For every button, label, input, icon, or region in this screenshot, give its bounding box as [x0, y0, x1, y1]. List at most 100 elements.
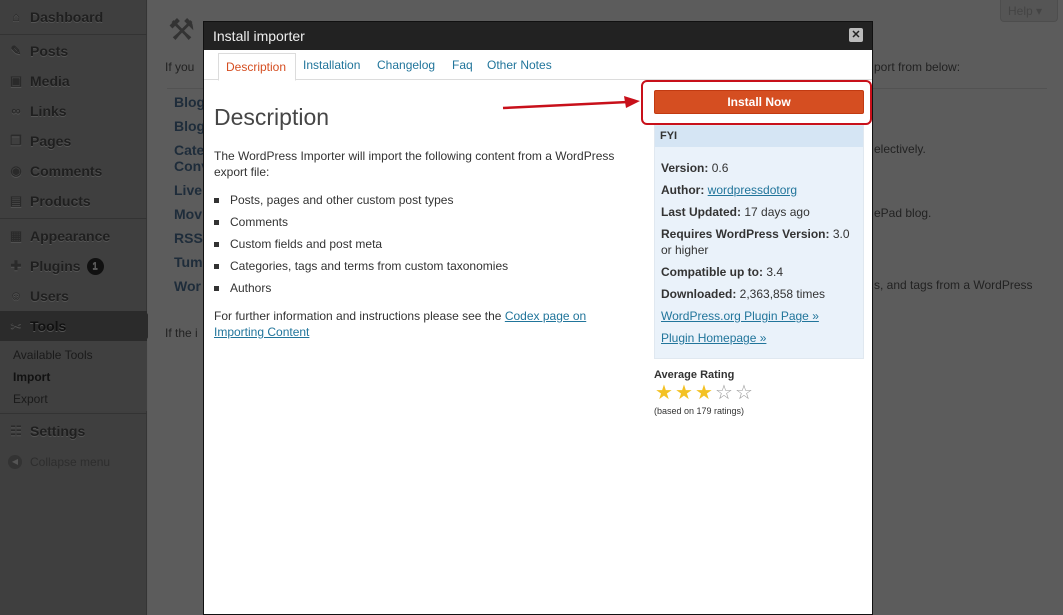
- menu-separator: [0, 413, 147, 414]
- sidebar-item-products[interactable]: ▤ Products: [0, 186, 147, 216]
- version-value: 0.6: [711, 161, 729, 175]
- sidebar-item-tools[interactable]: ✂ Tools: [0, 311, 147, 341]
- sidebar-item-pages[interactable]: ❐ Pages: [0, 126, 147, 156]
- importer-link[interactable]: RSS: [174, 230, 203, 246]
- sidebar-item-label: Dashboard: [30, 9, 104, 25]
- sidebar-item-label: Posts: [30, 43, 69, 59]
- sidebar-item-posts[interactable]: ✎ Posts: [0, 36, 147, 66]
- sidebar-item-media[interactable]: ▣ Media: [0, 66, 147, 96]
- plugins-icon: ✚: [10, 258, 22, 273]
- admin-sidebar: ⌂ Dashboard ✎ Posts ▣ Media ∞ Links ❐ Pa…: [0, 0, 147, 615]
- list-item-text: Comments: [230, 215, 289, 229]
- sidebar-item-label: Plugins: [30, 258, 81, 274]
- sidebar-item-plugins[interactable]: ✚ Plugins 1: [0, 251, 147, 281]
- sidebar-item-comments[interactable]: ◉ Comments: [0, 156, 147, 186]
- star-filled-icon: ★: [695, 382, 713, 404]
- importer-link[interactable]: Cate: [174, 142, 204, 158]
- menu-separator: [0, 218, 147, 219]
- description-heading: Description: [214, 104, 330, 130]
- intro-text-end: port from below:: [874, 60, 961, 74]
- tab-description[interactable]: Description: [218, 53, 296, 81]
- close-icon[interactable]: ✕: [849, 28, 863, 42]
- collapse-menu-label: Collapse menu: [30, 455, 111, 469]
- description-intro: The WordPress Importer will import the f…: [214, 149, 615, 179]
- help-label: Help: [1008, 4, 1033, 18]
- tab-changelog[interactable]: Changelog: [377, 58, 435, 72]
- pages-icon: ❐: [10, 133, 22, 148]
- settings-icon: ☷: [10, 423, 22, 438]
- list-item: Custom fields and post meta: [214, 237, 382, 251]
- fyi-downloaded: Downloaded: 2,363,858 times: [661, 286, 861, 302]
- bullet-icon: [214, 219, 219, 225]
- footer-text-fragment: If the i: [165, 326, 198, 340]
- bullet-icon: [214, 263, 219, 269]
- help-button[interactable]: Help ▾: [1000, 0, 1058, 22]
- sidebar-item-label: Media: [30, 73, 70, 89]
- list-item: Authors: [214, 281, 271, 295]
- downloaded-label: Downloaded:: [661, 287, 737, 301]
- author-label: Author:: [661, 183, 705, 197]
- comments-icon: ◉: [10, 163, 22, 178]
- submenu-available-tools[interactable]: Available Tools: [13, 348, 93, 362]
- star-empty-icon: ☆: [715, 382, 733, 404]
- annotation-arrow: [502, 96, 640, 110]
- sidebar-item-appearance[interactable]: ▦ Appearance: [0, 221, 147, 251]
- fyi-homepage: Plugin Homepage »: [661, 330, 861, 346]
- importer-link[interactable]: Blog: [174, 94, 205, 110]
- sidebar-item-links[interactable]: ∞ Links: [0, 96, 147, 126]
- bullet-icon: [214, 285, 219, 291]
- tools-submenu: Available Tools Import Export: [0, 341, 147, 411]
- updated-value: 17 days ago: [744, 205, 810, 219]
- importer-link[interactable]: Wor: [174, 278, 201, 294]
- plugin-homepage-link[interactable]: Plugin Homepage »: [661, 331, 766, 345]
- fyi-title: FYI: [655, 126, 863, 147]
- star-rating: ★ ★ ★ ☆ ☆: [654, 383, 754, 403]
- star-filled-icon: ★: [655, 382, 673, 404]
- plugin-page-link[interactable]: WordPress.org Plugin Page »: [661, 309, 819, 323]
- fyi-compatible: Compatible up to: 3.4: [661, 264, 861, 280]
- further-info-paragraph: For further information and instructions…: [214, 308, 614, 340]
- sidebar-item-label: Users: [30, 288, 69, 304]
- tools-icon: ✂: [10, 318, 22, 333]
- tab-faq[interactable]: Faq: [452, 58, 473, 72]
- importer-link[interactable]: Mov: [174, 206, 202, 222]
- importer-description-fragment: s, and tags from a WordPress: [874, 278, 1033, 292]
- list-item-text: Posts, pages and other custom post types: [230, 193, 454, 207]
- fyi-plugin-page: WordPress.org Plugin Page »: [661, 308, 861, 324]
- compatible-label: Compatible up to:: [661, 265, 763, 279]
- requires-label: Requires WordPress Version:: [661, 227, 830, 241]
- importer-description-fragment: electively.: [874, 142, 926, 156]
- sidebar-item-settings[interactable]: ☷ Settings: [0, 416, 147, 446]
- fyi-version: Version: 0.6: [661, 160, 861, 176]
- dashboard-icon: ⌂: [12, 9, 20, 24]
- tab-installation[interactable]: Installation: [303, 58, 360, 72]
- tab-other-notes[interactable]: Other Notes: [487, 58, 552, 72]
- bullet-icon: [214, 241, 219, 247]
- average-rating-title: Average Rating: [654, 369, 735, 381]
- submenu-import[interactable]: Import: [13, 370, 50, 384]
- media-icon: ▣: [9, 73, 23, 88]
- collapse-arrow-icon: ◀: [8, 455, 22, 469]
- submenu-export[interactable]: Export: [13, 392, 48, 406]
- compatible-value: 3.4: [766, 265, 784, 279]
- dialog-titlebar: Install importer ✕: [204, 22, 872, 50]
- sidebar-item-label: Products: [30, 193, 91, 209]
- list-item: Posts, pages and other custom post types: [214, 193, 453, 207]
- menu-separator: [0, 34, 147, 35]
- importer-link[interactable]: Blog: [174, 118, 205, 134]
- posts-icon: ✎: [10, 43, 22, 58]
- collapse-menu-button[interactable]: ◀ Collapse menu: [8, 455, 110, 469]
- sidebar-item-label: Tools: [30, 318, 67, 334]
- sidebar-item-label: Appearance: [30, 228, 111, 244]
- fyi-author: Author: wordpressdotorg: [661, 182, 861, 198]
- fyi-box: FYI Version: 0.6 Author: wordpressdotorg…: [654, 125, 864, 359]
- sidebar-item-users[interactable]: ☺ Users: [0, 281, 147, 311]
- links-icon: ∞: [11, 103, 21, 118]
- sidebar-item-dashboard[interactable]: ⌂ Dashboard: [0, 2, 147, 32]
- list-item-text: Authors: [230, 281, 272, 295]
- importer-link[interactable]: Live: [174, 182, 202, 198]
- star-filled-icon: ★: [675, 382, 693, 404]
- author-link[interactable]: wordpressdotorg: [708, 183, 797, 197]
- importer-link[interactable]: Tum: [174, 254, 203, 270]
- intro-text-fragment: If you: [165, 60, 195, 74]
